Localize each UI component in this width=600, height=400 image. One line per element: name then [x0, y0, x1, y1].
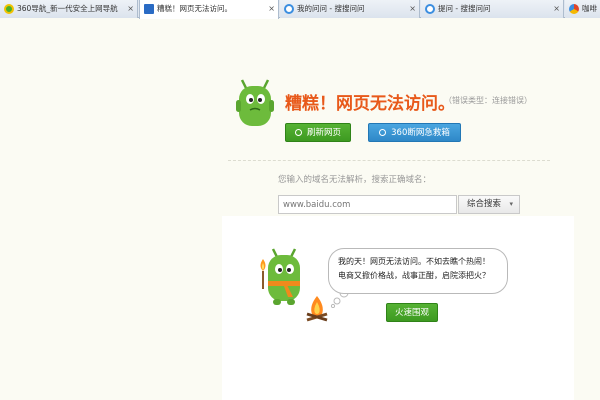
- error-page-icon: [144, 4, 154, 14]
- close-icon[interactable]: ×: [553, 0, 560, 18]
- campfire-icon: [306, 296, 328, 322]
- divider: [228, 160, 550, 161]
- robot-with-torch-icon: [260, 248, 300, 305]
- green-robot-mascot-icon: [236, 79, 274, 126]
- search-button-label: 综合搜索: [467, 199, 502, 209]
- tab-my-wenwen[interactable]: 我的问问 - 搜搜问问 ×: [280, 0, 420, 18]
- close-icon[interactable]: ×: [409, 0, 416, 18]
- go-watch-button-label: 火速围观: [394, 308, 429, 318]
- speech-bubble: 我的天！网页无法访问。不如去瞧个热闹！ 电商又掀价格战，战事正酣，启院添把火？: [328, 248, 508, 294]
- tab-bar: 360导航_新一代安全上网导航 × 糟糕！网页无法访问。 × 我的问问 - 搜搜…: [0, 0, 600, 19]
- close-icon[interactable]: ×: [268, 0, 275, 18]
- go-watch-button[interactable]: 火速围观: [386, 303, 438, 322]
- refresh-button[interactable]: 刷新网页: [285, 123, 351, 142]
- refresh-button-label: 刷新网页: [306, 128, 341, 138]
- tab-title: 咖啡: [582, 4, 597, 13]
- close-icon[interactable]: ×: [127, 0, 134, 18]
- speech-bubble-line: 电商又掀价格战，战事正酣，启院添把火？: [338, 271, 490, 280]
- soso-icon: [284, 4, 294, 14]
- page-title: 糟糕！网页无法访问。: [285, 94, 455, 114]
- tab-coffee[interactable]: 咖啡: [565, 0, 600, 18]
- domain-search-input[interactable]: [278, 195, 457, 214]
- speech-bubble-line: 我的天！网页无法访问。不如去瞧个热闹！: [338, 257, 490, 266]
- search-button[interactable]: 综合搜索 ▾: [458, 195, 520, 214]
- error-type-text: （错误类型：连接错误）: [444, 96, 532, 105]
- network-rescue-button-label: 360断网急救箱: [391, 128, 450, 138]
- tab-title: 糟糕！网页无法访问。: [157, 4, 232, 13]
- browser-icon: [569, 4, 579, 14]
- rescue-icon: [379, 129, 387, 136]
- tab-error-page[interactable]: 糟糕！网页无法访问。 ×: [139, 0, 279, 19]
- chevron-down-icon[interactable]: ▾: [509, 196, 513, 213]
- network-rescue-button[interactable]: 360断网急救箱: [368, 123, 461, 142]
- tab-title: 提问 - 搜搜问问: [438, 4, 491, 13]
- tab-title: 我的问问 - 搜搜问问: [297, 4, 365, 13]
- soso-icon: [425, 4, 435, 14]
- tab-360-nav[interactable]: 360导航_新一代安全上网导航 ×: [0, 0, 138, 18]
- tab-ask-wenwen[interactable]: 提问 - 搜搜问问 ×: [421, 0, 564, 18]
- search-hint: 您输入的域名无法解析，搜索正确域名：: [278, 175, 432, 185]
- refresh-icon: [294, 129, 302, 136]
- 360-nav-icon: [4, 4, 14, 14]
- tab-title: 360导航_新一代安全上网导航: [17, 4, 118, 13]
